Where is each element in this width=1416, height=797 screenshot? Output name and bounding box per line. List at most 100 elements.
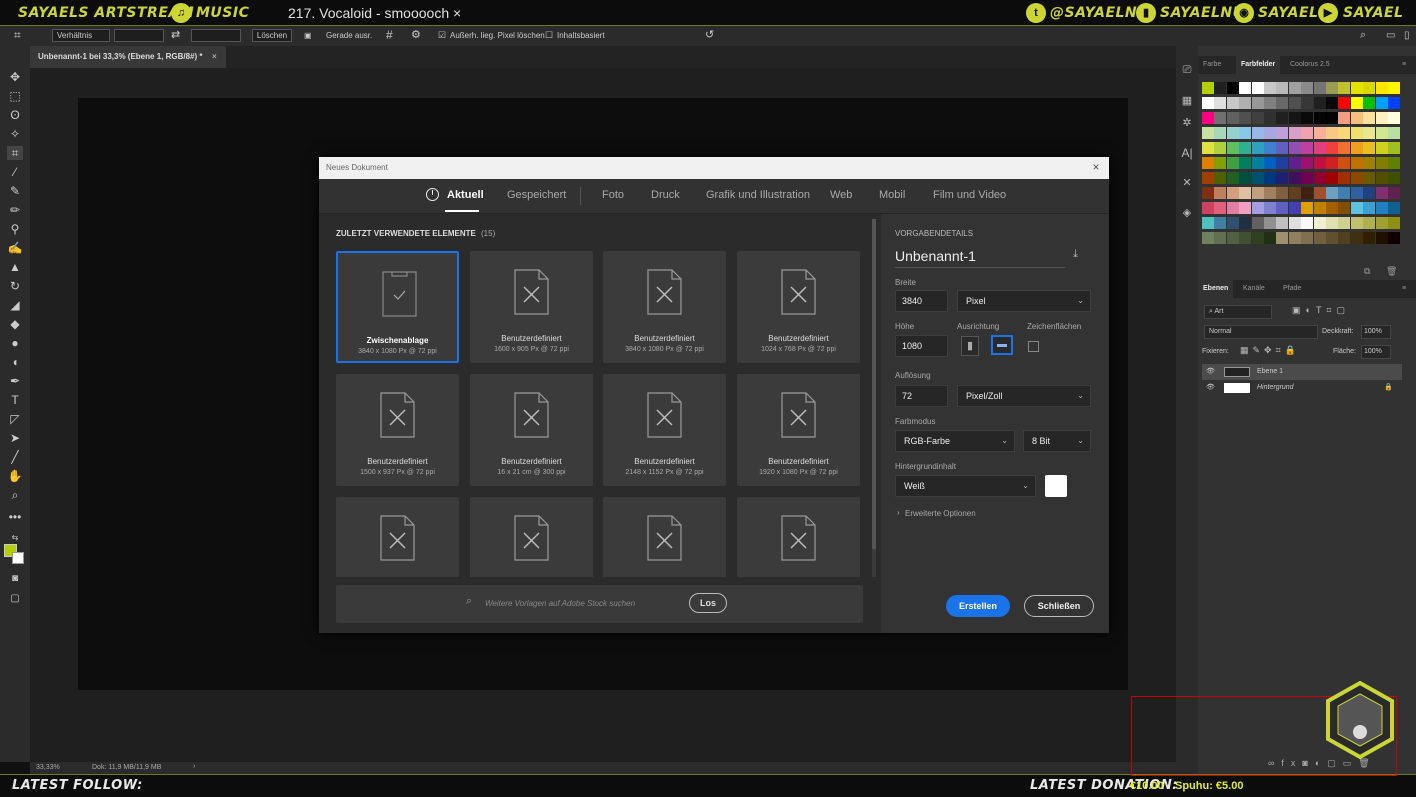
color-swatch[interactable]: [1226, 127, 1239, 139]
ratio-height-input[interactable]: [191, 29, 241, 42]
color-swatch[interactable]: [1388, 172, 1400, 184]
color-swatch[interactable]: [1214, 97, 1227, 109]
crop-tool-icon[interactable]: ⌗: [7, 146, 23, 160]
color-swatch[interactable]: [1338, 172, 1351, 184]
preset-card[interactable]: Benutzerdefiniert 1500 x 937 Px @ 72 ppi: [336, 374, 459, 486]
color-swatch[interactable]: [1226, 202, 1239, 214]
color-swatch[interactable]: [1264, 202, 1276, 214]
color-swatch[interactable]: [1338, 217, 1351, 229]
color-swatch[interactable]: [1202, 142, 1214, 154]
more-tools-icon[interactable]: •••: [7, 510, 23, 524]
color-swatch[interactable]: [1202, 172, 1214, 184]
color-swatch[interactable]: [1326, 112, 1338, 124]
color-swatch[interactable]: [1264, 217, 1276, 229]
resolution-input[interactable]: 72: [895, 385, 948, 407]
color-swatch[interactable]: [1288, 187, 1301, 199]
marquee-tool-icon[interactable]: ⬚: [7, 89, 23, 103]
color-swatch[interactable]: [1326, 232, 1338, 244]
color-swatch[interactable]: [1264, 157, 1276, 169]
color-swatch[interactable]: [1326, 127, 1338, 139]
share-icon[interactable]: ▯: [1404, 29, 1410, 42]
color-swatch[interactable]: [1313, 112, 1326, 124]
tab-web[interactable]: Web: [830, 189, 852, 201]
color-swatch[interactable]: [1326, 217, 1338, 229]
color-swatch[interactable]: [1214, 217, 1227, 229]
bit-depth-select[interactable]: 8 Bit ⌄: [1023, 430, 1091, 452]
preset-card[interactable]: Benutzerdefiniert 1024 x 768 Px @ 72 ppi: [737, 251, 860, 363]
color-swatch[interactable]: [1313, 97, 1326, 109]
color-swatch[interactable]: [1350, 97, 1363, 109]
quick-mask-icon[interactable]: ◙: [7, 572, 23, 586]
color-swatch[interactable]: [1251, 217, 1264, 229]
color-swatch[interactable]: [1239, 97, 1252, 109]
color-mode-select[interactable]: RGB-Farbe ⌄: [895, 430, 1015, 452]
history-brush-icon[interactable]: ✍: [7, 241, 23, 255]
color-swatch[interactable]: [1251, 232, 1264, 244]
color-swatch[interactable]: [1288, 82, 1301, 94]
color-swatch[interactable]: [1363, 232, 1376, 244]
color-swatch[interactable]: [1363, 97, 1376, 109]
color-swatch[interactable]: [1251, 157, 1264, 169]
color-swatch[interactable]: [1288, 112, 1301, 124]
color-swatch[interactable]: [1350, 187, 1363, 199]
color-swatch[interactable]: [1239, 232, 1252, 244]
color-swatch[interactable]: [1214, 82, 1227, 94]
color-swatch[interactable]: [1264, 97, 1276, 109]
tab-layers[interactable]: Ebenen: [1198, 280, 1234, 298]
color-swatch[interactable]: [1226, 157, 1239, 169]
color-swatch[interactable]: [1375, 127, 1388, 139]
color-swatch[interactable]: [1375, 202, 1388, 214]
background-color-swatch[interactable]: [1045, 475, 1067, 497]
preset-card[interactable]: Zwischenablage 3840 x 1080 Px @ 72 ppi: [336, 251, 459, 363]
eraser-icon[interactable]: ◢: [7, 298, 23, 312]
color-swatch[interactable]: [1350, 112, 1363, 124]
color-swatch[interactable]: [1202, 112, 1214, 124]
color-swatch[interactable]: [1264, 232, 1276, 244]
color-swatch[interactable]: [1301, 112, 1314, 124]
color-swatch[interactable]: [1363, 217, 1376, 229]
swap-icon[interactable]: ⇄: [171, 29, 180, 42]
lasso-tool-icon[interactable]: ʘ: [7, 108, 23, 122]
pen-tool-icon[interactable]: ✒: [7, 374, 23, 388]
width-input[interactable]: 3840: [895, 290, 948, 312]
color-swatch[interactable]: [1326, 157, 1338, 169]
status-arrow-icon[interactable]: ›: [193, 763, 195, 770]
color-swatch[interactable]: [1301, 202, 1314, 214]
color-swatch[interactable]: [1214, 202, 1227, 214]
straighten-label[interactable]: Gerade ausr.: [326, 29, 372, 42]
adjustments-panel-icon[interactable]: ▦: [1180, 94, 1194, 108]
preset-card[interactable]: Benutzerdefiniert 16 x 21 cm @ 300 ppi: [470, 374, 593, 486]
tab-saved[interactable]: Gespeichert: [507, 189, 566, 201]
color-swatch[interactable]: [1239, 127, 1252, 139]
color-swatch[interactable]: [1363, 127, 1376, 139]
color-swatch[interactable]: [1388, 112, 1400, 124]
color-swatch[interactable]: [1214, 112, 1227, 124]
color-swatch[interactable]: [1276, 217, 1289, 229]
type-tool-icon[interactable]: T: [7, 393, 23, 407]
color-swatch[interactable]: [1288, 172, 1301, 184]
new-swatch-icon[interactable]: ⧉: [1364, 266, 1370, 277]
color-swatch[interactable]: [1214, 157, 1227, 169]
color-swatch[interactable]: [1239, 112, 1252, 124]
preset-card[interactable]: [737, 497, 860, 577]
hand-tool-icon[interactable]: ✋: [7, 469, 23, 483]
color-swatch[interactable]: [1239, 82, 1252, 94]
color-swatch[interactable]: [1313, 187, 1326, 199]
width-unit-select[interactable]: Pixel ⌄: [957, 290, 1091, 312]
path-arrow-icon[interactable]: ➤: [7, 431, 23, 445]
color-swatch[interactable]: [1338, 112, 1351, 124]
color-swatch[interactable]: [1202, 217, 1214, 229]
eye-icon[interactable]: 👁: [1206, 364, 1215, 380]
color-swatch[interactable]: [1202, 82, 1214, 94]
color-swatch[interactable]: [1338, 97, 1351, 109]
color-swatch[interactable]: [1326, 82, 1338, 94]
color-swatch[interactable]: [1276, 97, 1289, 109]
background-color-swatch[interactable]: [12, 552, 24, 564]
color-swatch[interactable]: [1350, 142, 1363, 154]
scrollbar-thumb[interactable]: [872, 219, 876, 549]
color-swatch[interactable]: [1251, 127, 1264, 139]
color-swatch[interactable]: [1276, 142, 1289, 154]
tab-color[interactable]: Farbe: [1198, 56, 1226, 74]
color-swatch[interactable]: [1202, 232, 1214, 244]
color-swatch[interactable]: [1388, 202, 1400, 214]
